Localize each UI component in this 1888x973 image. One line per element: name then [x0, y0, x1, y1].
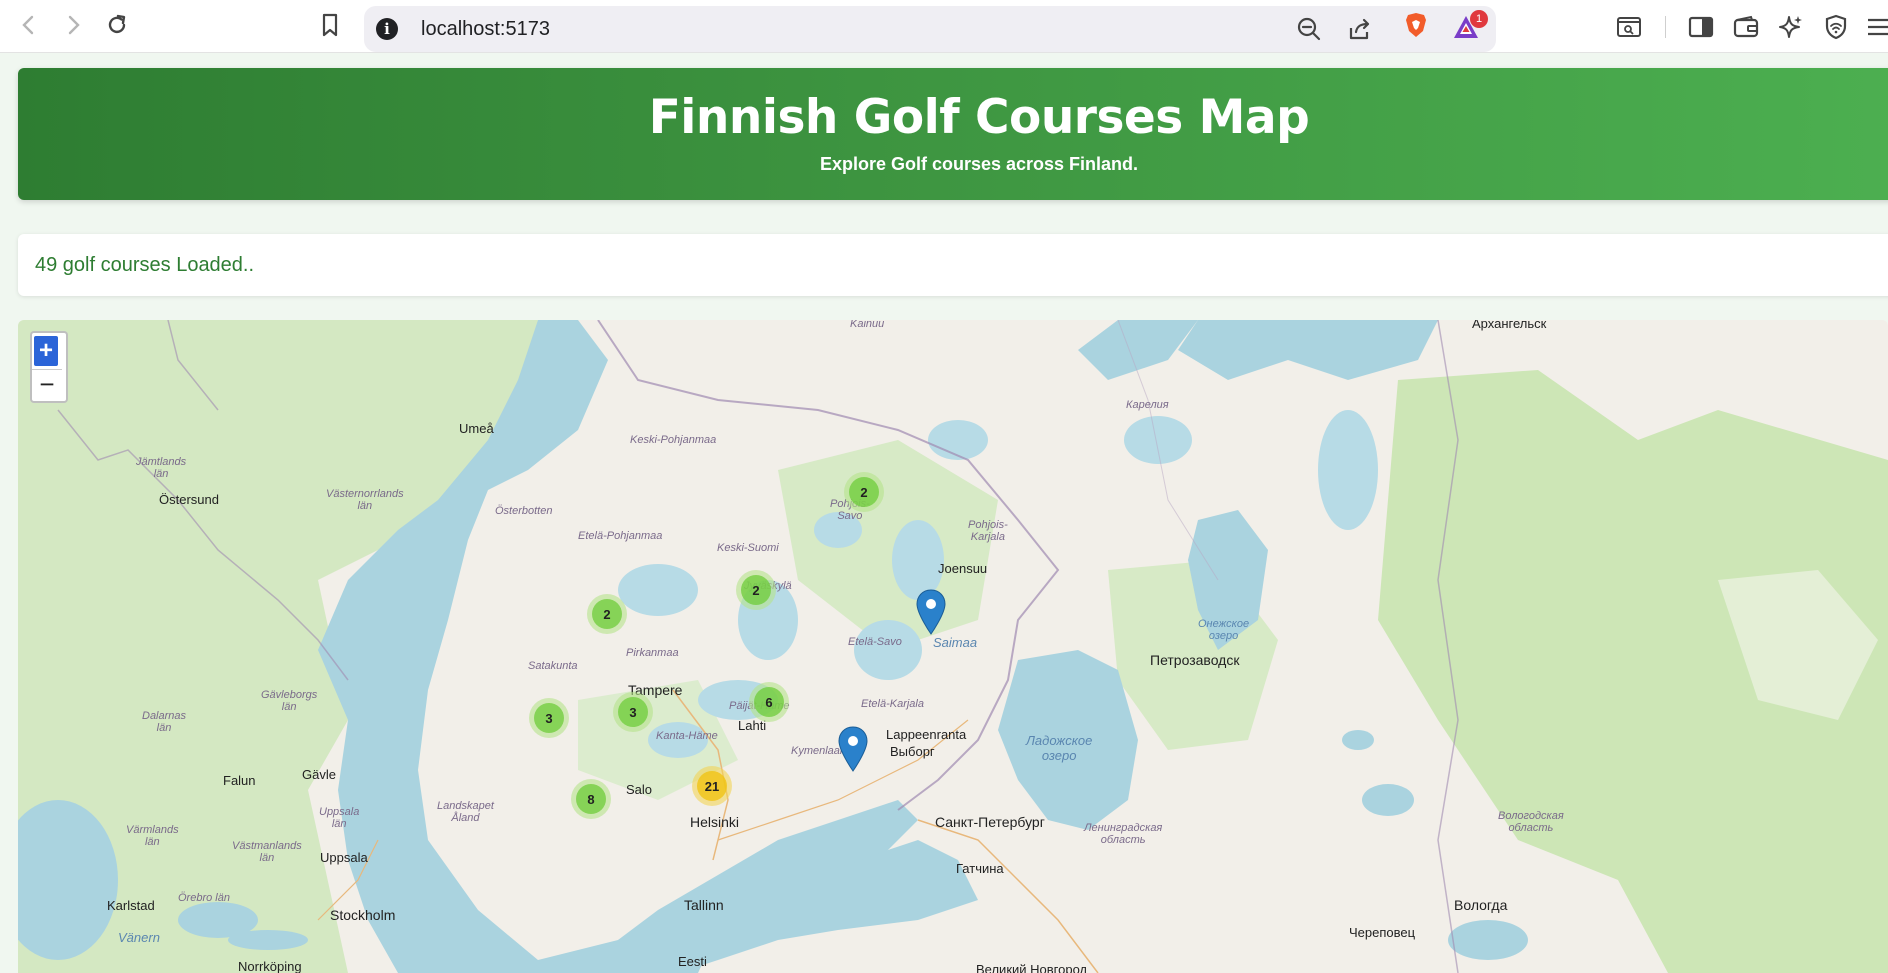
label-etela-karjala: Etelä-Karjala [861, 698, 924, 710]
label-helsinki: Helsinki [690, 814, 740, 830]
label-vologodskaya-oblast: Вологодская область [1498, 810, 1564, 834]
tab-search-icon[interactable] [1616, 14, 1642, 40]
label-etela-savo: Etelä-Savo [848, 636, 902, 648]
cluster-marker[interactable]: 2 [587, 594, 627, 634]
label-saint-petersburg: Санкт-Петербург [935, 814, 1045, 830]
rewards-badge: 1 [1470, 10, 1488, 28]
zoom-out-button[interactable]: − [32, 369, 62, 400]
label-landskapet-aland: Landskapet Åland [437, 800, 494, 824]
site-info-icon[interactable]: i [376, 18, 398, 40]
label-saimaa: Saimaa [933, 635, 978, 650]
cluster-marker[interactable]: 2 [844, 472, 884, 512]
label-joensuu: Joensuu [938, 561, 988, 576]
forward-icon[interactable] [60, 12, 86, 38]
label-kanta-hame: Kanta-Häme [656, 730, 718, 742]
map-pin-icon[interactable] [916, 589, 946, 635]
bookmark-icon[interactable] [317, 12, 343, 38]
label-leningradskaya-oblast: Ленинградская область [1084, 822, 1163, 846]
page-title: Finnish Golf Courses Map [648, 90, 1310, 145]
map-pin-icon[interactable] [838, 726, 868, 772]
label-vasternorrlands-lan: Västernorrlands län [326, 488, 404, 512]
map-container[interactable]: Kainuu Архангельск Umeå Keski-Pohjanmaa … [18, 320, 1888, 973]
label-ostersund: Östersund [159, 492, 219, 507]
brave-rewards-icon[interactable]: 1 [1452, 10, 1488, 40]
label-salo: Salo [626, 782, 653, 797]
label-satakunta: Satakunta [528, 660, 578, 672]
label-vanern: Vänern [118, 930, 160, 945]
label-uppsala-lan: Uppsala län [319, 806, 360, 830]
cluster-marker[interactable]: 2 [736, 570, 776, 610]
label-keski-pohjanmaa: Keski-Pohjanmaa [630, 434, 717, 446]
toolbar-divider [1665, 16, 1666, 38]
reload-icon[interactable] [104, 12, 130, 38]
sidebar-icon[interactable] [1688, 14, 1714, 40]
back-icon[interactable] [16, 12, 42, 38]
label-ladozhskoe-ozero: Ладожское озеро [1026, 733, 1093, 763]
label-keski-suomi: Keski-Suomi [717, 542, 779, 554]
label-kainuu: Kainuu [850, 320, 885, 330]
share-icon[interactable] [1347, 16, 1373, 42]
label-petrozavodsk: Петрозаводск [1150, 652, 1240, 668]
page-subtitle: Explore Golf courses across Finland. [819, 154, 1139, 174]
page-header: Finnish Golf Courses Map Explore Golf co… [18, 68, 1888, 200]
label-vastmanlands-lan: Västmanlands län [232, 840, 302, 864]
label-osterbotten: Österbotten [495, 505, 553, 517]
cluster-marker[interactable]: 6 [749, 682, 789, 722]
label-stockholm: Stockholm [330, 907, 396, 923]
courses-loaded-text: 49 golf courses Loaded.. [35, 254, 255, 276]
label-vologda: Вологда [1454, 897, 1508, 913]
label-varmlands-lan: Värmlands län [126, 824, 179, 848]
cluster-marker[interactable]: 3 [613, 692, 653, 732]
status-panel: 49 golf courses Loaded.. [18, 234, 1888, 296]
label-karelia: Карелия [1126, 399, 1169, 411]
label-uppsala: Uppsala [320, 850, 368, 865]
zoom-control: + − [30, 331, 68, 403]
label-gavleborgs-lan: Gävleborgs län [261, 689, 318, 713]
vpn-shield-icon[interactable] [1823, 14, 1849, 40]
label-veliky-novgorod: Великий Новгород [976, 962, 1088, 973]
browser-toolbar: i localhost:5173 1 [0, 0, 1888, 53]
label-lappeenranta: Lappeenranta [886, 727, 967, 742]
label-orebro-lan: Örebro län [178, 892, 230, 904]
label-gatchina: Гатчина [956, 861, 1004, 876]
label-umea: Umeå [459, 421, 494, 436]
label-cherepovets: Череповец [1349, 925, 1416, 940]
wallet-icon[interactable] [1733, 14, 1759, 40]
label-tallinn: Tallinn [684, 897, 724, 913]
zoom-out-icon[interactable] [1296, 16, 1322, 42]
label-jamtlands-lan: Jämtlands län [136, 456, 187, 480]
cluster-marker[interactable]: 8 [571, 779, 611, 819]
label-vyborg: Выборг [890, 744, 935, 759]
zoom-in-button[interactable]: + [34, 336, 58, 366]
label-falun: Falun [223, 773, 256, 788]
label-norrkoping: Norrköping [238, 959, 302, 973]
label-dalarnas-lan: Dalarnas län [142, 710, 187, 734]
url-text[interactable]: localhost:5173 [421, 18, 550, 41]
label-eesti: Eesti [678, 954, 707, 969]
address-bar[interactable]: i localhost:5173 [364, 6, 1496, 52]
leo-ai-icon[interactable] [1778, 14, 1804, 40]
brave-shields-icon[interactable] [1404, 12, 1428, 38]
label-onezhskoe-ozero: Онежское озеро [1198, 618, 1250, 642]
label-etela-pohjanmaa: Etelä-Pohjanmaa [578, 530, 663, 542]
label-pohjois-karjala: Pohjois- Karjala [968, 519, 1008, 543]
label-karlstad: Karlstad [107, 898, 155, 913]
menu-icon[interactable] [1866, 14, 1888, 40]
label-gavle: Gävle [302, 767, 336, 782]
label-arkhangelsk: Архангельск [1472, 320, 1547, 331]
cluster-marker[interactable]: 21 [692, 766, 732, 806]
label-pirkanmaa: Pirkanmaa [626, 647, 679, 659]
cluster-marker[interactable]: 3 [529, 698, 569, 738]
